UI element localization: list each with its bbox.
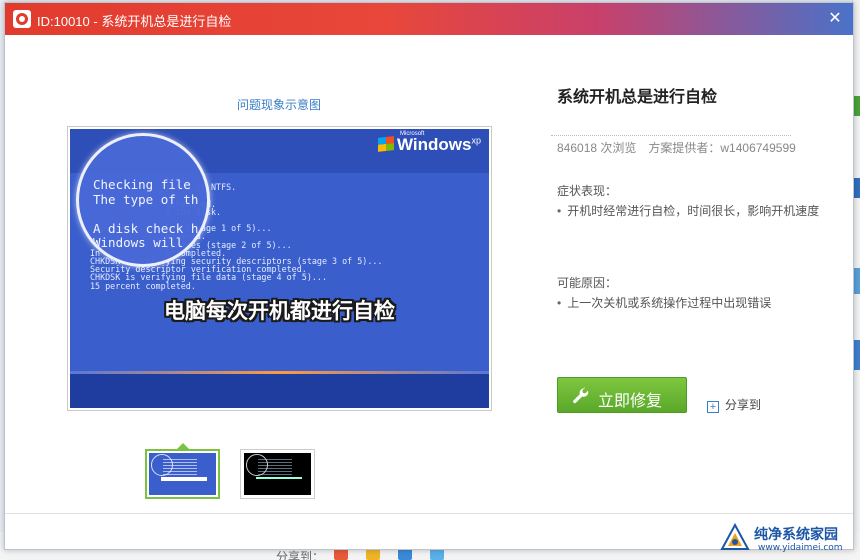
plus-icon: + — [707, 401, 719, 413]
solution-stats: 846018 次浏览 方案提供者：w1406749599 — [557, 139, 796, 156]
background-tab-strip — [854, 178, 860, 198]
magnified-text: Checking file The type of th A disk chec… — [93, 177, 199, 250]
thumbnail-text-lines — [163, 459, 197, 475]
illustration-caption[interactable]: 问题现象示意图 — [237, 96, 321, 113]
window-title: ID:10010 - 系统开机总是进行自检 — [37, 14, 232, 29]
logo-microsoft: Microsoft — [400, 131, 425, 137]
solution-title: 系统开机总是进行自检 — [557, 89, 718, 106]
close-button[interactable]: ✕ — [825, 8, 845, 28]
thumbnail-text-lines — [258, 459, 292, 475]
share-link[interactable]: + 分享到 — [707, 396, 761, 413]
thumbnail-caption-bar — [161, 477, 207, 481]
symptom-item: 开机时经常进行自检，时间很长，影响开机速度 — [557, 202, 819, 219]
overlay-caption: 电脑每次开机都进行自检 — [164, 299, 395, 323]
footer-divider — [5, 513, 853, 514]
thumbnail-image — [244, 453, 311, 495]
view-count: 846018 次浏览 — [557, 141, 637, 155]
thumbnail-caption-bar — [256, 477, 302, 479]
symptom-label: 症状表现： — [557, 184, 618, 198]
thumbnail-image — [149, 453, 216, 495]
problem-detail-dialog: ID:10010 - 系统开机总是进行自检 ✕ 问题现象示意图 Microsof… — [4, 2, 854, 550]
title-bar: ID:10010 - 系统开机总是进行自检 ✕ — [5, 3, 853, 35]
fix-now-label: 立即修复 — [598, 393, 663, 410]
share-label: 分享到 — [725, 398, 762, 412]
background-tab-strip — [854, 268, 860, 294]
watermark-url: www.yidaimei.com — [758, 543, 843, 553]
background-tab-strip — [854, 96, 860, 116]
thumbnail-1[interactable] — [145, 449, 220, 499]
provider: 方案提供者：w1406749599 — [648, 141, 796, 155]
wrench-icon — [573, 387, 589, 404]
logo-windows: Windows — [397, 135, 472, 154]
windows-xp-logo: Microsoft Windowsxp — [378, 131, 481, 155]
logo-xp: xp — [471, 135, 481, 146]
cause-label: 可能原因： — [557, 276, 618, 290]
magnifier-circle: Checking file The type of th A disk chec… — [76, 133, 210, 267]
cause-item: 上一次关机或系统操作过程中出现错误 — [557, 294, 771, 311]
xp-bottom-band — [70, 371, 489, 408]
main-preview-image: MicrosoftWindowsxp n c: ystem is NTFS. s… — [67, 126, 492, 411]
windows-flag-icon — [378, 136, 395, 152]
watermark-logo-icon — [720, 523, 750, 550]
background-tab-strip — [854, 340, 860, 370]
lifebuoy-icon — [13, 10, 31, 28]
fix-now-button[interactable]: 立即修复 — [557, 377, 687, 413]
watermark-name: 纯净系统家园 — [754, 527, 838, 543]
title-divider — [551, 135, 791, 136]
site-watermark: 纯净系统家园 www.yidaimei.com — [718, 521, 858, 557]
thumbnail-2[interactable] — [240, 449, 315, 499]
chkdsk-screen: MicrosoftWindowsxp n c: ystem is NTFS. s… — [70, 129, 489, 408]
